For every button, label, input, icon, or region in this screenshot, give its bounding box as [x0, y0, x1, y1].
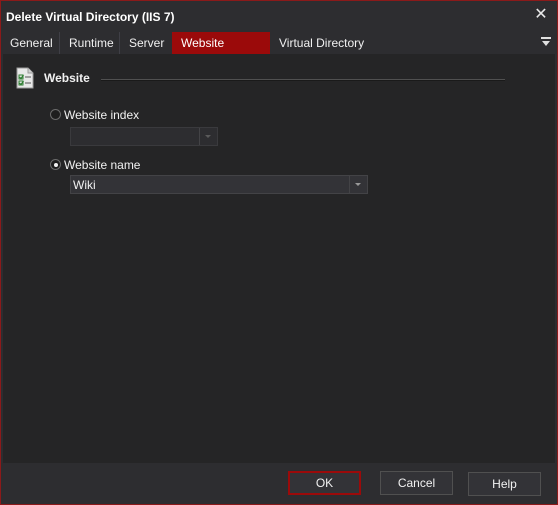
website-name-radio[interactable]	[50, 159, 61, 170]
window-title: Delete Virtual Directory (IIS 7)	[6, 10, 175, 24]
help-button[interactable]: Help	[468, 472, 541, 496]
website-name-value: Wiki	[73, 178, 96, 192]
group-title-website: Website	[44, 71, 90, 85]
ok-button[interactable]: OK	[288, 471, 361, 495]
close-icon[interactable]: ✕	[533, 7, 549, 23]
tab-bar: General Runtime Server Website Options V…	[1, 32, 557, 72]
website-index-radio[interactable]	[50, 109, 61, 120]
dialog-window: Delete Virtual Directory (IIS 7) ✕ Gener…	[0, 0, 558, 505]
website-index-combo	[70, 127, 218, 146]
website-options-panel: Website Website index Website name Wiki	[3, 54, 555, 463]
tab-overflow-menu-icon[interactable]	[541, 36, 551, 48]
tab-virtual-directory-options[interactable]: Virtual Directory Options	[270, 32, 410, 72]
group-divider	[101, 79, 505, 81]
tab-server[interactable]: Server	[120, 32, 172, 54]
chevron-down-icon[interactable]	[349, 176, 367, 193]
website-name-label: Website name	[64, 158, 141, 172]
website-name-combo[interactable]: Wiki	[70, 175, 368, 194]
website-index-label: Website index	[64, 108, 140, 122]
dialog-footer: OK Cancel Help	[1, 463, 557, 504]
chevron-down-icon	[199, 128, 217, 145]
tab-website-options[interactable]: Website Options	[172, 32, 270, 72]
checklist-document-icon	[16, 67, 34, 89]
tab-general[interactable]: General	[1, 32, 60, 54]
tab-runtime[interactable]: Runtime	[60, 32, 120, 54]
title-bar: Delete Virtual Directory (IIS 7) ✕	[1, 1, 557, 32]
cancel-button[interactable]: Cancel	[380, 471, 453, 495]
